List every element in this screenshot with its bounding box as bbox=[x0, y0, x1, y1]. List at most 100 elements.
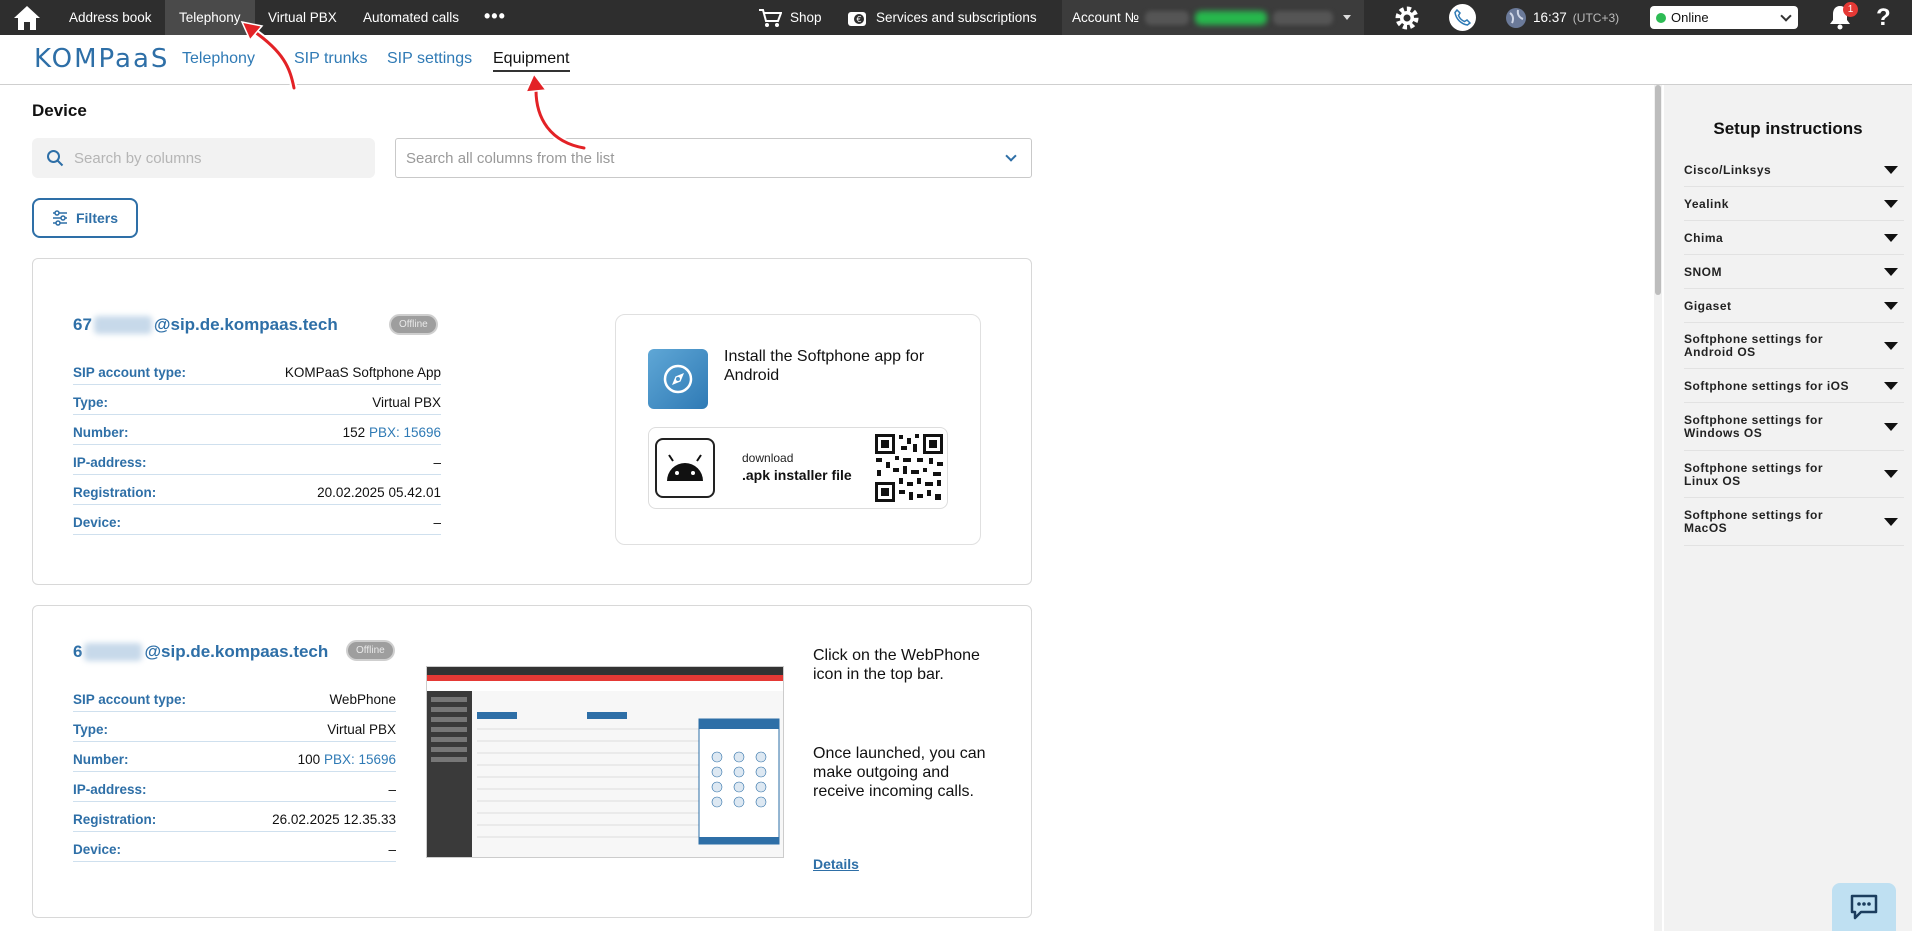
chat-icon[interactable] bbox=[1832, 883, 1896, 931]
detail-key: Number: bbox=[73, 752, 129, 767]
clock[interactable]: 16:37 (UTC+3) bbox=[1505, 0, 1619, 35]
detail-value: WebPhone bbox=[329, 692, 396, 707]
instruction-label: Softphone settings for MacOS bbox=[1684, 508, 1823, 535]
triangle-down-icon bbox=[1884, 301, 1898, 310]
tab-sip-trunks[interactable]: SIP trunks bbox=[294, 50, 368, 68]
instruction-label: Gigaset bbox=[1684, 299, 1732, 313]
triangle-down-icon bbox=[1884, 422, 1898, 431]
instruction-label: Cisco/Linksys bbox=[1684, 163, 1772, 177]
instruction-item[interactable]: Cisco/Linksys bbox=[1684, 153, 1904, 187]
instruction-label: Yealink bbox=[1684, 197, 1729, 211]
setup-instructions-panel: Setup instructions Cisco/Linksys Yealink… bbox=[1664, 85, 1912, 931]
detail-key: Registration: bbox=[73, 485, 157, 500]
account-selector[interactable]: Account № bbox=[1062, 0, 1364, 35]
chevron-down-icon bbox=[1780, 10, 1792, 22]
search-input[interactable] bbox=[74, 149, 354, 167]
apk-download-button[interactable]: download .apk installer file bbox=[648, 427, 948, 509]
status-select[interactable]: Online bbox=[1650, 6, 1798, 29]
nav-virtual-pbx[interactable]: Virtual PBX bbox=[254, 0, 351, 35]
instruction-item[interactable]: Softphone settings for MacOS bbox=[1684, 498, 1904, 546]
nav-telephony[interactable]: Telephony bbox=[165, 0, 255, 35]
qr-code-icon bbox=[873, 432, 945, 504]
number-value: 152 bbox=[342, 425, 366, 440]
columns-select-placeholder: Search all columns from the list bbox=[406, 149, 615, 167]
detail-row: Device: – bbox=[73, 505, 441, 535]
detail-key: Device: bbox=[73, 515, 122, 530]
account-number-mask bbox=[1145, 10, 1190, 25]
more-menu-icon[interactable]: ••• bbox=[484, 0, 506, 35]
sub-nav: KOMPaaS Telephony SIP trunks SIP setting… bbox=[0, 35, 1912, 85]
detail-key: IP-address: bbox=[73, 455, 147, 470]
columns-select[interactable]: Search all columns from the list bbox=[395, 138, 1032, 178]
scrollbar-thumb[interactable] bbox=[1655, 85, 1661, 295]
device-details: SIP account type: KOMPaaS Softphone App T… bbox=[73, 355, 441, 535]
triangle-down-icon bbox=[1884, 199, 1898, 208]
detail-value: – bbox=[433, 455, 441, 470]
instruction-item[interactable]: Chima bbox=[1684, 221, 1904, 255]
instruction-label: SNOM bbox=[1684, 265, 1722, 279]
pbx-link[interactable]: PBX: 15696 bbox=[369, 425, 441, 440]
softphone-install-box: Install the Softphone app for Android do… bbox=[615, 314, 981, 545]
android-icon bbox=[655, 438, 715, 498]
instruction-label: Softphone settings for iOS bbox=[1684, 379, 1849, 393]
triangle-down-icon bbox=[1884, 470, 1898, 478]
timezone: (UTC+3) bbox=[1572, 10, 1620, 25]
chevron-down-icon bbox=[1005, 150, 1017, 162]
webphone-icon[interactable] bbox=[1449, 4, 1476, 31]
status-value: Online bbox=[1671, 10, 1709, 25]
webphone-instruction-2: Once launched, you can make outgoing and… bbox=[813, 745, 986, 800]
tab-sip-settings[interactable]: SIP settings bbox=[387, 50, 472, 68]
home-icon[interactable] bbox=[10, 4, 44, 32]
detail-row: Number: 152 PBX: 15696 bbox=[73, 415, 441, 445]
instruction-item[interactable]: Yealink bbox=[1684, 187, 1904, 221]
webphone-instruction-1: Click on the WebPhone icon in the top ba… bbox=[813, 647, 980, 683]
details-link[interactable]: Details bbox=[813, 856, 859, 872]
device-card: 67 @sip.de.kompaas.tech Offline SIP acco… bbox=[32, 258, 1032, 585]
bell-icon[interactable]: 1 bbox=[1828, 2, 1858, 32]
sip-suffix: @sip.de.kompaas.tech bbox=[144, 642, 329, 661]
detail-value: 152 PBX: 15696 bbox=[343, 425, 441, 440]
instruction-item[interactable]: Softphone settings for Android OS bbox=[1684, 323, 1904, 369]
status-badge: Offline bbox=[389, 314, 438, 335]
sip-prefix: 6 bbox=[73, 642, 83, 661]
detail-value: – bbox=[388, 842, 396, 857]
tab-telephony[interactable]: Telephony bbox=[182, 50, 255, 68]
shop-link[interactable]: Shop bbox=[758, 0, 822, 35]
detail-key: Type: bbox=[73, 722, 109, 737]
detail-value: KOMPaaS Softphone App bbox=[284, 365, 441, 380]
sip-address[interactable]: 6 @sip.de.kompaas.tech bbox=[73, 642, 328, 662]
nav-automated-calls[interactable]: Automated calls bbox=[349, 0, 473, 35]
detail-key: SIP account type: bbox=[73, 365, 187, 380]
services-link[interactable]: € Services and subscriptions bbox=[846, 0, 1037, 35]
instruction-item[interactable]: SNOM bbox=[1684, 255, 1904, 289]
detail-row: IP-address: – bbox=[73, 772, 396, 802]
detail-row: IP-address: – bbox=[73, 445, 441, 475]
account-dropdown-icon bbox=[1343, 15, 1352, 20]
account-balance-mask bbox=[1195, 10, 1268, 25]
sip-address[interactable]: 67 @sip.de.kompaas.tech bbox=[73, 315, 338, 335]
detail-row: Registration: 26.02.2025 12.35.33 bbox=[73, 802, 396, 832]
help-icon[interactable]: ? bbox=[1876, 0, 1891, 35]
instruction-item[interactable]: Gigaset bbox=[1684, 289, 1904, 323]
sip-prefix: 67 bbox=[73, 315, 92, 334]
instruction-label: Chima bbox=[1684, 231, 1724, 245]
instruction-label: Softphone settings for Linux OS bbox=[1684, 461, 1823, 488]
sip-mask bbox=[93, 316, 152, 334]
instruction-item[interactable]: Softphone settings for iOS bbox=[1684, 369, 1904, 403]
tab-equipment[interactable]: Equipment bbox=[493, 50, 570, 72]
instruction-item[interactable]: Softphone settings for Linux OS bbox=[1684, 451, 1904, 498]
softphone-app-icon bbox=[648, 349, 708, 409]
nav-address-book[interactable]: Address book bbox=[55, 0, 166, 35]
gear-icon[interactable] bbox=[1394, 5, 1420, 31]
webphone-screenshot bbox=[426, 666, 784, 858]
pbx-link[interactable]: PBX: 15696 bbox=[324, 752, 396, 767]
install-title: Install the Softphone app for Android bbox=[724, 348, 925, 384]
filters-button[interactable]: Filters bbox=[32, 198, 138, 238]
logo[interactable]: KOMPaaS bbox=[34, 44, 169, 74]
search-box[interactable] bbox=[32, 138, 375, 178]
apk-label: .apk installer file bbox=[742, 467, 852, 483]
scrollbar[interactable] bbox=[1654, 85, 1662, 931]
instruction-item[interactable]: Softphone settings for Windows OS bbox=[1684, 403, 1904, 451]
sip-mask bbox=[84, 643, 143, 661]
detail-row: Number: 100 PBX: 15696 bbox=[73, 742, 396, 772]
